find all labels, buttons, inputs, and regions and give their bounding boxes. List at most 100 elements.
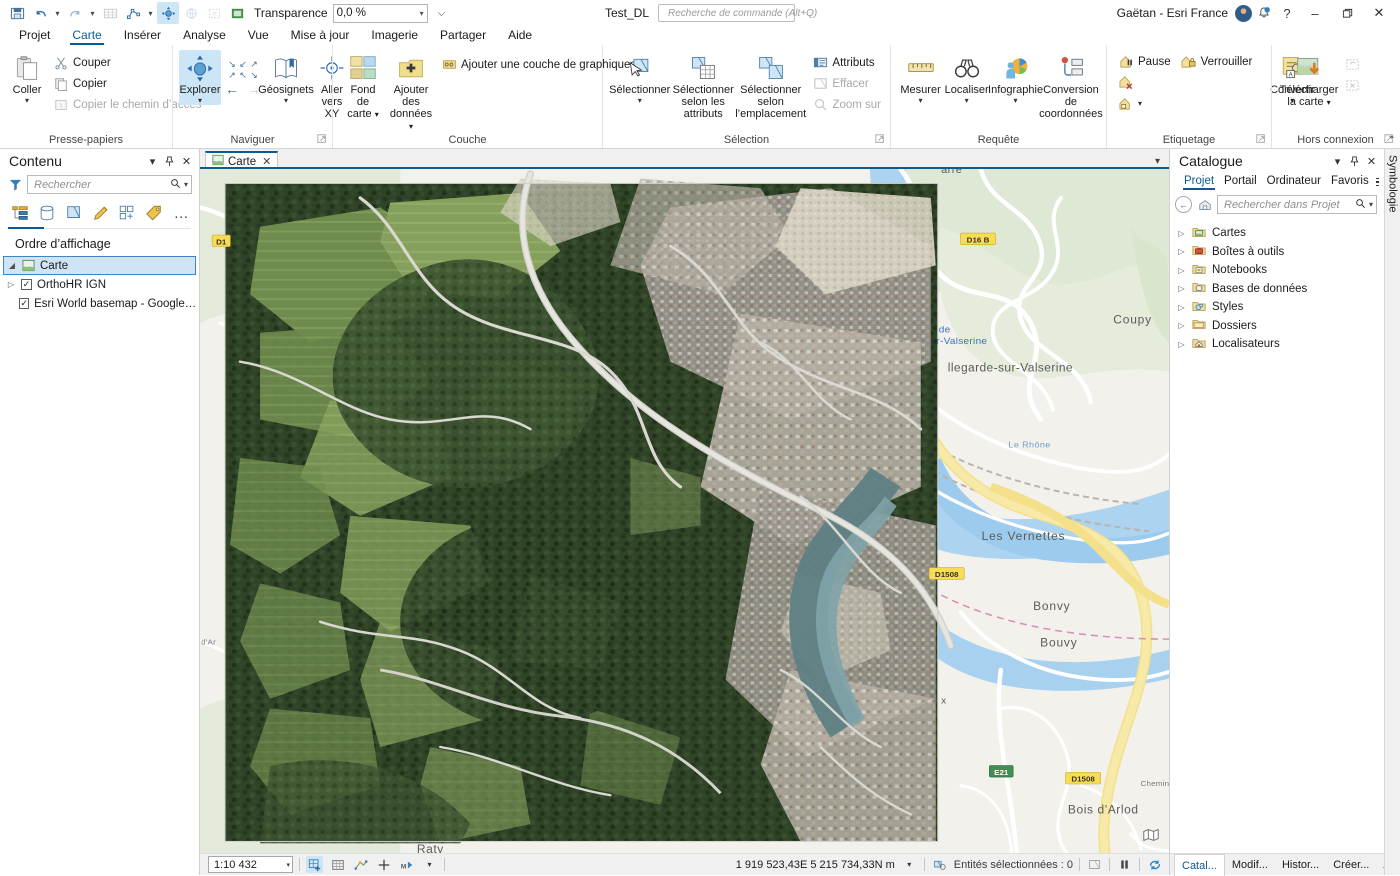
download-map-button[interactable]: Télécharger la carte ▾ (1279, 50, 1339, 109)
chevron-down-icon[interactable]: ▾ (286, 861, 290, 869)
avatar[interactable] (1235, 4, 1252, 22)
ribbon-tab-vue[interactable]: Vue (237, 26, 280, 45)
coordinate-units-caret-icon[interactable]: ▾ (901, 856, 918, 873)
close-button[interactable]: ✕ (1364, 1, 1394, 25)
catalog-tab-ordinateur[interactable]: Ordinateur (1262, 174, 1326, 190)
save-project-icon[interactable] (6, 2, 28, 24)
catalog-item-localisateurs[interactable]: ▷ Localisateurs (1170, 335, 1384, 354)
refresh-icon[interactable] (1146, 856, 1163, 873)
home-folder-icon[interactable] (1196, 196, 1213, 213)
collapse-ribbon-button[interactable]: ⌃ (1388, 135, 1396, 146)
expand-twisty-icon[interactable]: ▷ (1177, 266, 1186, 275)
edit-caret-icon[interactable]: ▾ (145, 2, 156, 24)
clear-selection-status-icon[interactable] (1086, 856, 1103, 873)
back-icon[interactable]: ← (1175, 196, 1192, 213)
search-icon[interactable] (1355, 198, 1366, 212)
catalog-item-bases-de-donnees[interactable]: ▷ Bases de données (1170, 280, 1384, 299)
layer-visibility-checkbox[interactable] (19, 298, 30, 309)
contents-menu-icon[interactable]: ▾ (144, 151, 161, 171)
catalog-item-dossiers[interactable]: ▷ Dossiers (1170, 317, 1384, 336)
expand-twisty-icon[interactable]: ▷ (1177, 340, 1186, 349)
filter-icon[interactable] (8, 178, 22, 192)
list-by-selection-icon[interactable] (64, 203, 84, 223)
map-canvas[interactable]: Coupy llegarde-sur-Valserine Les Vernettes… (200, 169, 1169, 853)
ribbon-tab-carte[interactable]: Carte (61, 26, 112, 45)
attribute-table-icon[interactable] (99, 2, 121, 24)
dock-tab-catalogue[interactable]: Catal... (1174, 853, 1225, 876)
contents-options-icon[interactable]: … (171, 203, 191, 223)
chevron-down-icon[interactable]: ▾ (638, 96, 642, 105)
map-scale-combo[interactable]: 1:10 432 ▾ (208, 856, 293, 873)
catalog-tab-projet[interactable]: Projet (1179, 174, 1219, 190)
expand-twisty-icon[interactable]: ▷ (1177, 247, 1186, 256)
catalog-tab-portail[interactable]: Portail (1219, 174, 1262, 190)
command-search-input[interactable]: Recherche de commande (Alt+Q) (658, 4, 817, 22)
chevron-down-icon[interactable]: ▾ (1327, 98, 1331, 107)
undo-caret-icon[interactable]: ▾ (52, 2, 63, 24)
expand-twisty-icon[interactable]: ◢ (7, 261, 17, 270)
chevron-down-icon[interactable]: ▾ (1014, 96, 1018, 105)
expand-twisty-icon[interactable]: ▷ (1177, 229, 1186, 238)
toc-item-carte[interactable]: ◢ Carte (3, 256, 196, 275)
navigate-dialog-launcher-icon[interactable] (316, 134, 327, 145)
paste-button[interactable]: Coller ▾ (6, 50, 48, 105)
contents-pin-icon[interactable] (161, 151, 178, 171)
chevron-down-icon[interactable]: ▾ (965, 96, 969, 105)
list-by-snapping-icon[interactable] (117, 203, 137, 223)
select-by-attributes-button[interactable]: Sélectionner selon les attributs (670, 50, 735, 120)
selection-dialog-launcher-icon[interactable] (874, 134, 885, 145)
pan-globe-icon[interactable] (180, 2, 202, 24)
catalog-item-cartes[interactable]: ▷ Cartes (1170, 224, 1384, 243)
ribbon-tab-analyse[interactable]: Analyse (172, 26, 237, 45)
locate-button[interactable]: Localiser ▾ (944, 50, 989, 105)
catalog-close-icon[interactable]: ✕ (1363, 151, 1380, 171)
infographic-button[interactable]: Infographie ▾ (988, 50, 1043, 105)
ribbon-tab-mise-a-jour[interactable]: Mise à jour (280, 26, 361, 45)
catalog-menu-icon[interactable]: ▾ (1329, 151, 1346, 171)
qat-overflow-icon[interactable]: ⌵ (438, 8, 446, 19)
list-by-editing-icon[interactable] (91, 203, 111, 223)
chevron-down-icon[interactable]: ▾ (1138, 99, 1142, 108)
toc-item-orthohr-ign[interactable]: ▷ OrthoHR IGN (0, 275, 199, 294)
dock-tab-modifier[interactable]: Modif... (1225, 856, 1275, 874)
explore-button[interactable]: Explorer ▾ (179, 50, 221, 105)
undo-icon[interactable] (29, 2, 51, 24)
chevron-down-icon[interactable]: ▾ (184, 180, 188, 189)
dock-tab-creer[interactable]: Créer... (1326, 856, 1376, 874)
chevron-down-icon[interactable]: ▾ (25, 96, 29, 105)
attributes-button[interactable]: Attributs (809, 52, 884, 73)
expand-twisty-icon[interactable]: ▷ (1177, 284, 1186, 293)
select-by-location-button[interactable]: Sélectionner selon l’emplacement (735, 50, 806, 120)
select-rect-icon[interactable] (203, 2, 225, 24)
edit-vertices-icon[interactable] (122, 2, 144, 24)
restore-button[interactable] (1332, 1, 1362, 25)
transparency-combo[interactable]: 0,0 % ▾ (332, 3, 428, 23)
symbology-side-tab[interactable]: Symbologie (1384, 149, 1400, 875)
ribbon-tab-imagerie[interactable]: Imagerie (360, 26, 429, 45)
zoom-to-selection-button[interactable]: Zoom sur (809, 94, 884, 115)
more-labeling-button[interactable]: ▾ (1115, 93, 1255, 114)
transparency-icon[interactable] (226, 2, 248, 24)
ribbon-tab-aide[interactable]: Aide (497, 26, 543, 45)
coordinate-conversion-button[interactable]: Conversion de coordonnées (1039, 50, 1103, 120)
layer-visibility-checkbox[interactable] (21, 279, 32, 290)
sync-offline-button[interactable] (1341, 54, 1363, 75)
ribbon-tab-inserer[interactable]: Insérer (113, 26, 172, 45)
minimize-button[interactable]: – (1300, 1, 1330, 25)
previous-next-extent[interactable]: ← → (225, 81, 261, 97)
chevron-down-icon[interactable]: ▾ (409, 122, 413, 131)
contents-search-input[interactable]: Rechercher ▾ (27, 175, 192, 194)
clear-selection-button[interactable]: Effacer (809, 73, 884, 94)
catalog-search-input[interactable]: Rechercher dans Projet ▾ (1217, 195, 1377, 214)
ribbon-tab-partager[interactable]: Partager (429, 26, 497, 45)
remove-labeling-button[interactable] (1115, 72, 1255, 93)
fixed-zoom-pad[interactable]: ↘ ↙ ↗ ↗ ↖ ↘ (227, 59, 260, 81)
catalog-options-icon[interactable] (1374, 174, 1381, 190)
select-button[interactable]: Sélectionner ▾ (609, 50, 670, 105)
map-overview-icon[interactable] (1141, 825, 1161, 845)
chevron-down-icon[interactable]: ▾ (375, 110, 379, 119)
pause-drawing-icon[interactable] (1116, 856, 1133, 873)
bookmarks-button[interactable]: Géosignets ▾ (258, 50, 314, 105)
list-by-labeling-icon[interactable] (144, 203, 164, 223)
explore-tool-icon[interactable] (157, 2, 179, 24)
